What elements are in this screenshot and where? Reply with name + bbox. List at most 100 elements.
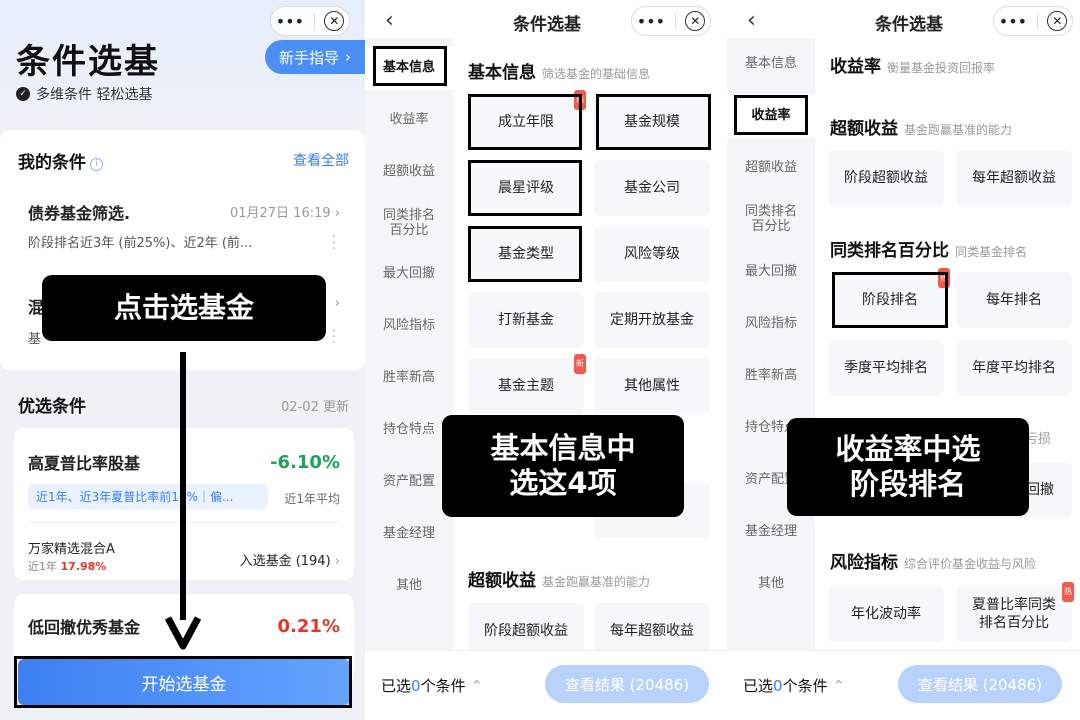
footer-bar: 已选0个条件 ⌃ 查看结果 (20486): [727, 650, 1080, 720]
back-icon[interactable]: ‹: [747, 8, 756, 33]
annotation-callout: 收益率中选 阶段排名: [787, 418, 1029, 516]
view-all-link[interactable]: 查看全部: [293, 150, 349, 170]
annotation-callout: 基本信息中 选这4项: [442, 415, 684, 517]
chip-fund-size[interactable]: 基金规模: [594, 94, 710, 150]
sidebar-item-other[interactable]: 其他: [365, 578, 453, 593]
chip-fund-theme[interactable]: 基金主题新: [468, 354, 586, 414]
preferred-value: -6.10%: [270, 452, 340, 473]
sidebar-item-asset[interactable]: 资产配置: [365, 474, 453, 489]
more-vertical-icon[interactable]: · · ·: [332, 230, 336, 256]
selected-count[interactable]: 已选0个条件 ⌃: [743, 675, 845, 696]
sidebar-item-winrate[interactable]: 胜率新高: [727, 368, 815, 383]
start-select-button[interactable]: 开始选基金: [18, 659, 350, 705]
sidebar-item-basic[interactable]: 基本信息: [365, 46, 453, 90]
chip-yearly-excess[interactable]: 每年超额收益: [956, 150, 1072, 206]
condition-name: 债券基金筛选.: [28, 204, 131, 223]
chip-risk-level[interactable]: 风险等级: [594, 226, 710, 282]
close-icon[interactable]: ✕: [685, 11, 706, 31]
chevron-right-icon: ›: [334, 296, 340, 311]
chip-founding-years[interactable]: 成立年限热: [468, 90, 586, 150]
footer-bar: 已选0个条件 ⌃ 查看结果 (20486): [365, 650, 727, 720]
sidebar-item-excess[interactable]: 超额收益: [365, 164, 453, 179]
sidebar-item-winrate[interactable]: 胜率新高: [365, 370, 453, 385]
selected-funds-link[interactable]: 入选基金 (194) ›: [240, 550, 340, 569]
arrow-down-icon: [164, 616, 202, 650]
arrow-shaft: [180, 352, 186, 620]
section-excess: 超额收益 基金跑赢基准的能力: [830, 119, 1013, 139]
preferred-name: 低回撤优秀基金: [28, 618, 141, 637]
chip-fund-type[interactable]: 基金类型: [468, 226, 584, 282]
close-icon[interactable]: ✕: [324, 11, 345, 31]
preferred-update: 02-02 更新: [281, 400, 349, 415]
check-icon: ✓: [16, 87, 30, 101]
filter-panel-return: ‹ 条件选基 ••• ✕ 基本信息 收益率 超额收益 同类排名 百分比 最大回撤…: [727, 0, 1080, 720]
sidebar-item-holding[interactable]: 持仓特点: [365, 422, 453, 437]
sidebar-item-risk[interactable]: 风险指标: [727, 316, 815, 331]
chip-volatility[interactable]: 年化波动率: [828, 586, 944, 642]
miniapp-capsule[interactable]: ••• ✕: [270, 6, 350, 36]
condition-desc: 阶段排名近3年 (前25%)、近2年 (前...: [28, 236, 253, 251]
chip-year-avg-rank[interactable]: 年度平均排名: [956, 340, 1072, 396]
preferred-period: 近1年平均: [284, 492, 340, 506]
annotation-callout: 点击选基金: [42, 275, 326, 341]
sidebar-item-return[interactable]: 收益率: [727, 94, 815, 138]
guide-button[interactable]: 新手指导 ›: [265, 40, 365, 74]
chip-stage-rank[interactable]: 阶段排名热: [832, 268, 950, 328]
chip-stage-excess[interactable]: 阶段超额收益: [828, 150, 944, 206]
chip-ipo-fund[interactable]: 打新基金: [468, 292, 584, 348]
filter-panel-basic: ‹ 条件选基 ••• ✕ 基本信息 收益率 超额收益 同类排名 百分比 最大回撤…: [365, 0, 727, 720]
category-sidebar: 基本信息 收益率 超额收益 同类排名 百分比 最大回撤 风险指标 胜率新高 持仓…: [727, 38, 815, 650]
sidebar-item-rank[interactable]: 同类排名 百分比: [727, 204, 815, 234]
fund-return: 近1年 17.98%: [28, 560, 107, 573]
home-panel: ••• ✕ 条件选基 ✓ 多维条件 轻松选基 新手指导 › 我的条件 i 查看全部 …: [0, 0, 365, 720]
chip-other-attr[interactable]: 其他属性: [594, 358, 710, 414]
condition-item[interactable]: 债券基金筛选. 01月27日 16:19 › 阶段排名近3年 (前25%)、近2…: [14, 182, 354, 268]
chip-morningstar[interactable]: 晨星评级: [468, 160, 584, 216]
more-icon[interactable]: •••: [999, 12, 1027, 31]
preferred-tag: 近1年、近3年夏普比率前10%｜偏...: [28, 484, 268, 510]
more-icon[interactable]: •••: [276, 12, 304, 31]
chip-sharpe-rank[interactable]: 夏普比率同类 排名百分比热: [956, 582, 1074, 642]
section-basic: 基本信息 筛选基金的基础信息: [468, 63, 651, 83]
condition-date: 01月27日 16:19 ›: [229, 206, 340, 221]
more-icon[interactable]: •••: [637, 12, 665, 31]
miniapp-capsule[interactable]: ••• ✕: [631, 6, 711, 36]
preferred-title: 优选条件: [18, 397, 86, 417]
section-rank: 同类排名百分比 同类基金排名: [830, 241, 1028, 261]
sidebar-item-return[interactable]: 收益率: [365, 112, 453, 127]
close-icon[interactable]: ✕: [1047, 11, 1068, 31]
sidebar-item-drawdown[interactable]: 最大回撤: [727, 264, 815, 279]
preferred-value: 0.21%: [277, 616, 340, 637]
view-results-button[interactable]: 查看结果 (20486): [545, 665, 709, 703]
page-subtitle: ✓ 多维条件 轻松选基: [16, 84, 152, 104]
sidebar-item-basic[interactable]: 基本信息: [727, 56, 815, 71]
chip-regular-open[interactable]: 定期开放基金: [594, 292, 710, 348]
condition-desc: 基: [28, 332, 42, 347]
page-title: 条件选基: [16, 42, 160, 82]
section-excess: 超额收益 基金跑赢基准的能力: [468, 571, 651, 591]
back-icon[interactable]: ‹: [385, 8, 394, 33]
sidebar-item-manager[interactable]: 基金经理: [727, 524, 815, 539]
category-sidebar: 基本信息 收益率 超额收益 同类排名 百分比 最大回撤 风险指标 胜率新高 持仓…: [365, 38, 453, 650]
more-vertical-icon[interactable]: · · ·: [332, 324, 336, 350]
sidebar-item-drawdown[interactable]: 最大回撤: [365, 266, 453, 281]
sidebar-item-manager[interactable]: 基金经理: [365, 526, 453, 541]
sidebar-item-rank[interactable]: 同类排名 百分比: [365, 208, 453, 238]
chip-quarter-avg-rank[interactable]: 季度平均排名: [828, 340, 944, 396]
my-conditions-title: 我的条件: [18, 153, 86, 173]
fund-name: 万家精选混合A: [28, 542, 115, 557]
sidebar-item-other[interactable]: 其他: [727, 576, 815, 591]
selected-count[interactable]: 已选0个条件 ⌃: [381, 675, 483, 696]
sidebar-item-risk[interactable]: 风险指标: [365, 318, 453, 333]
view-results-button[interactable]: 查看结果 (20486): [898, 665, 1062, 703]
info-icon[interactable]: i: [90, 157, 103, 171]
chip-fund-company[interactable]: 基金公司: [594, 160, 710, 216]
nav-title: 条件选基: [875, 15, 943, 35]
nav-title: 条件选基: [513, 15, 581, 35]
chip-yearly-rank[interactable]: 每年排名: [956, 272, 1072, 328]
section-return: 收益率 衡量基金投资回报率: [830, 57, 996, 77]
sidebar-item-excess[interactable]: 超额收益: [727, 160, 815, 175]
miniapp-capsule[interactable]: ••• ✕: [993, 6, 1073, 36]
chevron-right-icon: ›: [345, 48, 351, 66]
section-risk: 风险指标 综合评价基金收益与风险: [830, 553, 1037, 573]
